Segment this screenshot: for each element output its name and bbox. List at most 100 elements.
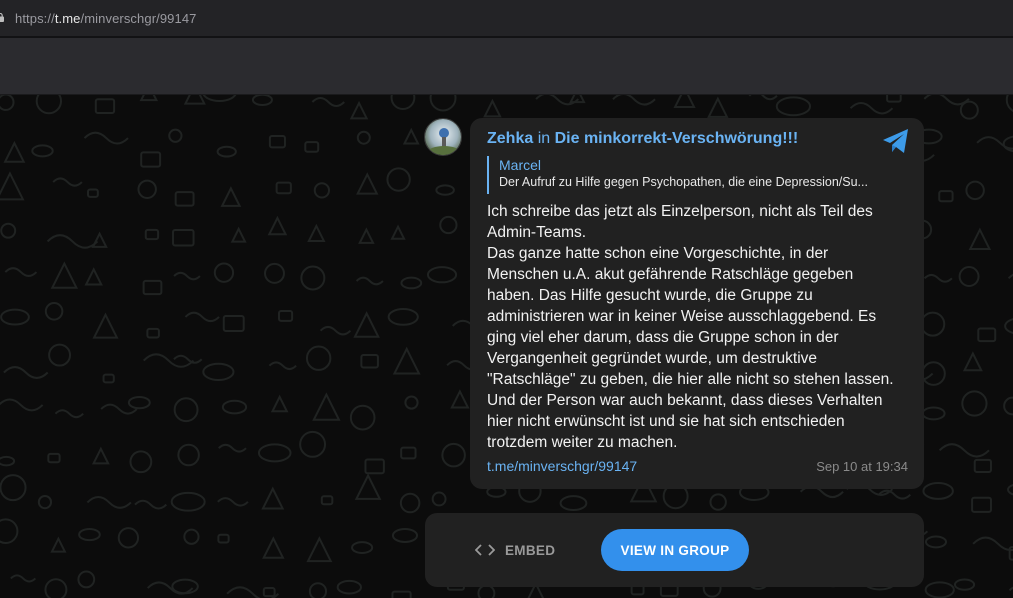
doodle-shape <box>50 536 67 553</box>
doodle-shape <box>973 458 992 474</box>
doodle-shape <box>360 354 379 369</box>
doodle-shape <box>264 262 285 284</box>
doodle-shape <box>1005 95 1013 113</box>
doodle-shape <box>172 229 195 247</box>
doodle-shape <box>77 570 96 589</box>
reply-author: Marcel <box>499 157 542 173</box>
doodle-shape <box>450 389 470 409</box>
doodle-shape <box>137 179 157 200</box>
doodle-shape <box>313 182 331 199</box>
doodle-shape <box>391 590 412 598</box>
doodle-shape <box>356 130 371 145</box>
doodle-shape <box>268 135 286 149</box>
doodle-shape <box>920 311 946 337</box>
doodle-shape <box>139 95 159 102</box>
action-bar: EMBED VIEW IN GROUP <box>425 513 924 587</box>
doodle-shape <box>748 95 778 101</box>
avatar[interactable] <box>424 118 462 156</box>
doodle-shape <box>183 528 200 545</box>
post-link[interactable]: t.me/minverschgr/99147 <box>487 458 637 474</box>
doodle-shape <box>431 491 447 507</box>
embed-button[interactable]: EMBED <box>475 535 555 565</box>
doodle-shape <box>849 101 894 115</box>
doodle-shape <box>144 228 160 241</box>
url-path: /minverschgr/99147 <box>80 11 197 26</box>
doodle-shape <box>54 409 84 419</box>
doodle-shape <box>1007 273 1013 280</box>
browser-address-bar[interactable]: https://t.me/minverschgr/99147 <box>0 0 1013 38</box>
doodle-shape <box>1004 318 1013 334</box>
doodle-shape <box>202 362 235 382</box>
code-brackets-icon <box>475 544 495 556</box>
message-text: Ich schreibe das jetzt als Einzelperson,… <box>487 201 912 453</box>
doodle-shape <box>400 446 417 460</box>
view-in-group-button[interactable]: VIEW IN GROUP <box>601 529 749 571</box>
doodle-shape <box>351 541 374 555</box>
doodle-shape <box>140 151 162 168</box>
doodle-shape <box>78 528 101 542</box>
doodle-shape <box>312 392 341 421</box>
doodle-shape <box>390 95 416 111</box>
doodle-shape <box>477 584 496 598</box>
doodle-shape <box>308 582 328 598</box>
browser-toolbar <box>0 38 1013 95</box>
doodle-shape <box>173 397 199 423</box>
doodle-shape <box>127 396 151 410</box>
doodle-shape <box>0 398 44 412</box>
doodle-shape <box>173 271 201 281</box>
doodle-shape <box>1003 396 1013 416</box>
group-name[interactable]: Die minkorrekt-Verschwörung!!! <box>555 130 799 147</box>
url-scheme: https:// <box>15 11 55 26</box>
doodle-shape <box>962 351 983 372</box>
message-bubble: Zehka in Die minkorrekt-Verschwörung!!! … <box>470 118 924 489</box>
doodle-shape <box>387 308 419 326</box>
doodle-shape <box>0 95 15 111</box>
doodle-shape <box>358 227 375 244</box>
doodle-shape <box>612 95 656 106</box>
doodle-shape <box>965 180 985 201</box>
doodle-shape <box>143 353 195 368</box>
doodle-shape <box>392 346 421 375</box>
doodle-shape <box>400 276 423 290</box>
message-line: Ich schreibe das jetzt als Einzelperson,… <box>487 203 873 220</box>
author-name[interactable]: Zehka <box>487 130 533 147</box>
telegram-logo-icon[interactable] <box>882 128 910 154</box>
url-host: t.me <box>54 11 81 26</box>
doodle-shape <box>44 302 64 321</box>
doodle-shape <box>319 325 352 336</box>
doodle-shape <box>46 234 99 249</box>
doodle-shape <box>938 190 954 203</box>
message-line: administrieren war in keiner Weise aussc… <box>487 308 877 325</box>
doodle-shape <box>217 533 230 544</box>
doodle-shape <box>311 97 345 107</box>
doodle-shape <box>959 100 979 120</box>
doodle-shape <box>300 265 326 291</box>
doodle-shape <box>349 100 369 120</box>
doodle-shape <box>87 188 99 198</box>
doodle-shape <box>673 95 696 108</box>
doodle-shape <box>86 495 132 509</box>
doodle-shape <box>336 579 362 595</box>
doodle-shape <box>102 373 115 384</box>
doodle-shape <box>3 366 49 379</box>
doodle-shape <box>270 394 289 413</box>
doodle-shape <box>268 361 297 371</box>
doodle-shape <box>262 536 285 559</box>
reply-quote[interactable]: Marcel Der Aufruf zu Hilfe gegen Psychop… <box>487 156 892 194</box>
doodle-shape <box>0 222 17 239</box>
doodle-shape <box>142 279 163 296</box>
doodle-shape <box>349 404 376 431</box>
doodle-shape <box>709 493 727 511</box>
url-text[interactable]: https://t.me/minverschgr/99147 <box>15 11 197 26</box>
doodle-shape <box>923 273 953 283</box>
doodle-shape <box>37 494 53 510</box>
doodle-shape <box>213 262 235 283</box>
doodle-shape <box>441 442 466 468</box>
doodle-shape <box>173 354 203 364</box>
doodle-shape <box>216 145 237 158</box>
doodle-shape <box>439 215 458 235</box>
doodle-shape <box>35 95 63 115</box>
doodle-shape <box>924 581 955 598</box>
doodle-shape <box>435 184 455 196</box>
message-line: Das ganze hatte schon eine Vorgeschichte… <box>487 245 829 262</box>
